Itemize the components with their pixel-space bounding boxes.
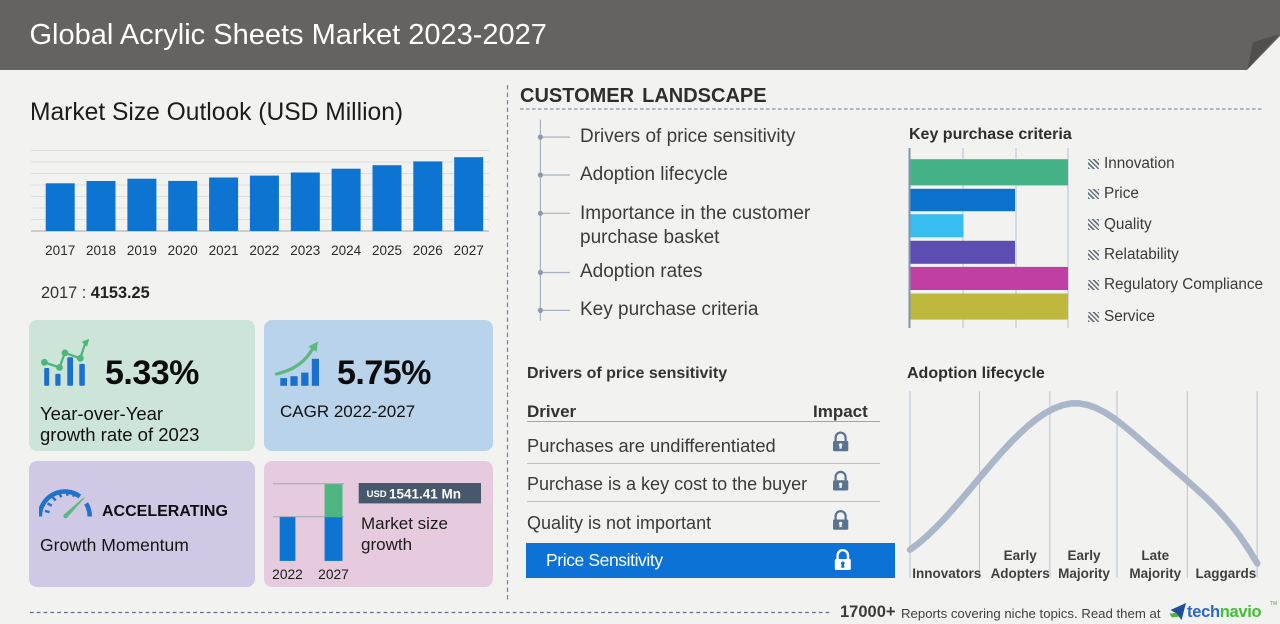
svg-text:Laggards: Laggards — [1196, 566, 1257, 581]
svg-text:2025: 2025 — [372, 243, 402, 258]
svg-text:2020: 2020 — [168, 243, 198, 258]
svg-text:1541.41 Mn: 1541.41 Mn — [389, 487, 461, 502]
svg-text:TM: TM — [1270, 601, 1277, 607]
svg-text:Early: Early — [1067, 548, 1101, 563]
svg-text:technavio: technavio — [1187, 603, 1262, 621]
svg-text:Majority: Majority — [1058, 566, 1110, 581]
svg-text:2017: 2017 — [45, 243, 75, 258]
svg-text:USD: USD — [367, 489, 387, 500]
svg-text:Late: Late — [1141, 548, 1169, 563]
svg-text:2018: 2018 — [86, 243, 116, 258]
svg-text:Adopters: Adopters — [991, 566, 1050, 581]
svg-text:2019: 2019 — [127, 243, 157, 258]
svg-text:Majority: Majority — [1129, 566, 1181, 581]
svg-text:2022: 2022 — [249, 243, 279, 258]
svg-text:2022: 2022 — [272, 567, 303, 582]
svg-text:2027: 2027 — [318, 567, 349, 582]
svg-text:2026: 2026 — [413, 243, 443, 258]
svg-text:Early: Early — [1004, 548, 1038, 563]
svg-text:2023: 2023 — [290, 243, 320, 258]
svg-text:2027: 2027 — [454, 243, 484, 258]
svg-text:Innovators: Innovators — [912, 566, 981, 581]
svg-text:2021: 2021 — [209, 243, 239, 258]
svg-text:2024: 2024 — [331, 243, 362, 258]
